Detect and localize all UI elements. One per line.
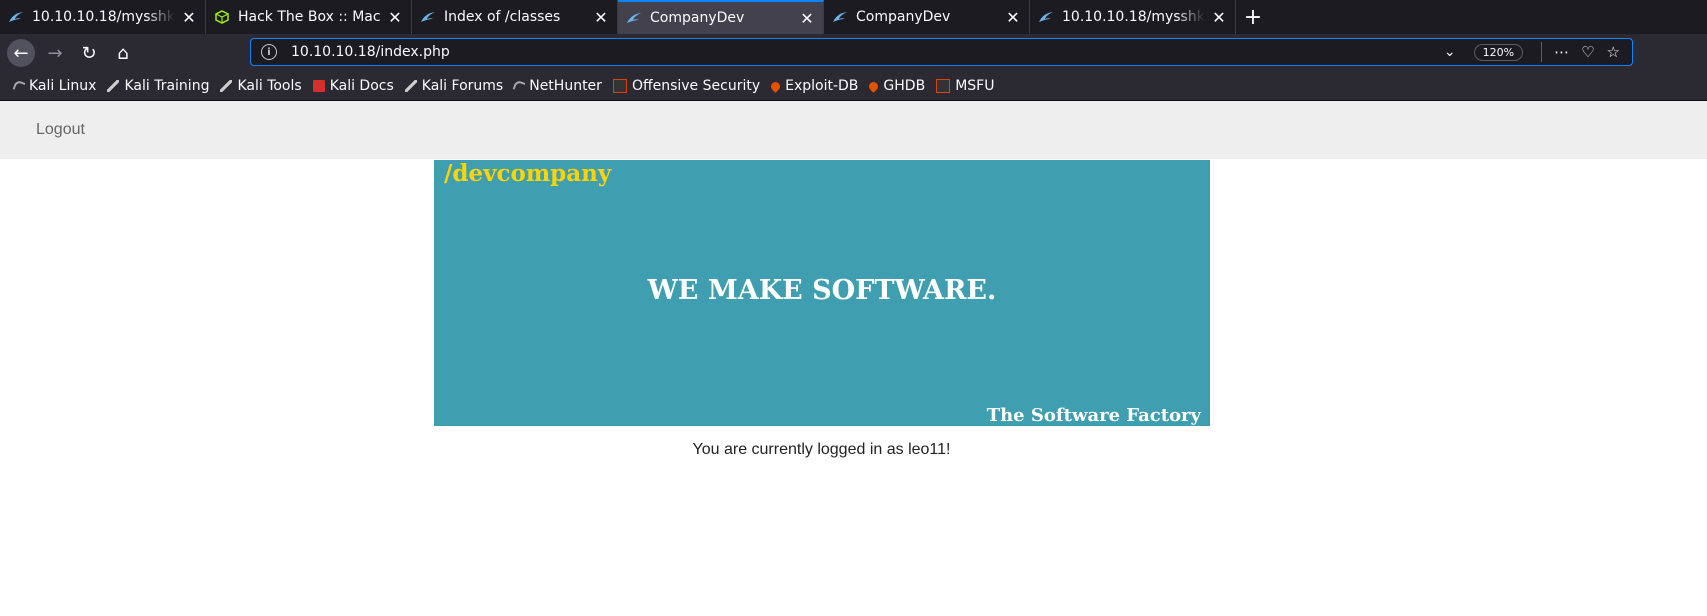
bookmark-item[interactable]: Offensive Security — [612, 78, 761, 94]
bookmark-os-icon — [936, 79, 951, 93]
logout-link[interactable]: Logout — [36, 121, 85, 139]
tab-title: Hack The Box :: Machines — [238, 9, 381, 25]
tab-close-icon[interactable]: ✕ — [387, 8, 403, 27]
bookmark-item[interactable]: GHDB — [867, 78, 926, 94]
home-button[interactable]: ⌂ — [109, 39, 137, 67]
bookmark-label: NetHunter — [529, 78, 602, 94]
site-navbar: Logout — [0, 101, 1707, 159]
kali-dragon-icon — [832, 9, 848, 25]
bookmark-item[interactable]: Kali Docs — [312, 78, 394, 94]
bookmark-tool-icon — [404, 80, 417, 92]
tab-close-icon[interactable]: ✕ — [593, 8, 609, 27]
tab-title: CompanyDev — [856, 9, 951, 25]
zoom-level-badge[interactable]: 120% — [1473, 43, 1524, 61]
banner-tagline: The Software Factory — [986, 405, 1201, 426]
kali-dragon-icon — [626, 10, 642, 26]
url-bar[interactable]: i 10.10.10.18/index.php ⌄ 120% ⋯ ♡ ☆ — [250, 38, 1633, 66]
url-dropdown-icon[interactable]: ⌄ — [1444, 44, 1456, 60]
bookmark-tool-icon — [107, 80, 120, 92]
url-separator — [1541, 42, 1543, 62]
tab-close-icon[interactable]: ✕ — [181, 8, 197, 27]
bookmark-edb-icon — [867, 79, 881, 93]
bookmark-item[interactable]: MSFU — [936, 78, 994, 94]
banner-headline: WE MAKE SOFTWARE. — [647, 275, 997, 306]
tab-title: 10.10.10.18/mysshkeywi — [32, 9, 175, 25]
bookmark-label: MSFU — [955, 78, 995, 94]
bookmark-docs-icon — [312, 80, 325, 92]
kali-dragon-icon — [1038, 9, 1054, 25]
browser-tab[interactable]: Hack The Box :: Machines ✕ — [206, 0, 412, 34]
bookmark-tool-icon — [220, 80, 233, 92]
bookmark-item[interactable]: Kali Tools — [220, 78, 302, 94]
browser-tab[interactable]: Index of /classes ✕ — [412, 0, 618, 34]
pocket-icon[interactable]: ♡ — [1581, 43, 1594, 61]
tab-strip: 10.10.10.18/mysshkeywi✕Hack The Box :: M… — [0, 0, 1707, 34]
bookmark-item[interactable]: NetHunter — [512, 78, 602, 94]
bookmark-edb-icon — [769, 79, 782, 93]
url-text[interactable]: 10.10.10.18/index.php — [291, 44, 1444, 60]
browser-tab[interactable]: 10.10.10.18/mysshkeywi ✕ — [1030, 0, 1236, 34]
bookmark-kali-icon — [512, 79, 526, 93]
bookmark-label: Kali Forums — [421, 78, 504, 94]
bookmark-label: Kali Tools — [237, 78, 302, 94]
bookmark-label: Offensive Security — [631, 78, 761, 94]
bookmark-label: Kali Linux — [29, 78, 97, 94]
bookmark-item[interactable]: Kali Forums — [404, 78, 504, 94]
tab-title: 10.10.10.18/mysshkeywi — [1062, 9, 1205, 25]
reload-button[interactable]: ↻ — [75, 39, 103, 67]
web-page: Logout /devcompany WE MAKE SOFTWARE. The… — [0, 101, 1707, 616]
bookmark-os-icon — [612, 79, 627, 93]
tab-close-icon[interactable]: ✕ — [799, 9, 815, 28]
browser-tab[interactable]: 10.10.10.18/mysshkeywi ✕ — [0, 0, 206, 34]
bookmark-item[interactable]: Kali Linux — [12, 78, 97, 94]
bookmark-label: GHDB — [883, 78, 926, 94]
tab-title: CompanyDev — [650, 10, 745, 26]
login-status-message: You are currently logged in as leo11! — [692, 441, 951, 458]
tab-title: Index of /classes — [444, 9, 561, 25]
banner-brand: /devcompany — [444, 160, 612, 187]
bookmark-kali-icon — [12, 79, 26, 93]
browser-chrome: 10.10.10.18/mysshkeywi✕Hack The Box :: M… — [0, 0, 1707, 101]
company-banner: /devcompany WE MAKE SOFTWARE. The Softwa… — [434, 160, 1210, 426]
page-actions-icon[interactable]: ⋯ — [1554, 43, 1569, 61]
kali-dragon-icon — [8, 9, 24, 25]
bookmark-label: Kali Docs — [329, 78, 394, 94]
browser-tab[interactable]: CompanyDev ✕ — [618, 0, 824, 34]
bookmark-star-icon[interactable]: ☆ — [1607, 43, 1620, 61]
browser-tab[interactable]: CompanyDev ✕ — [824, 0, 1030, 34]
kali-dragon-icon — [420, 9, 436, 25]
tab-close-icon[interactable]: ✕ — [1005, 8, 1021, 27]
bookmark-item[interactable]: Exploit-DB — [769, 78, 859, 94]
back-button[interactable]: ← — [7, 39, 35, 67]
tab-close-icon[interactable]: ✕ — [1211, 8, 1227, 27]
bookmark-item[interactable]: Kali Training — [107, 78, 209, 94]
site-info-icon[interactable]: i — [261, 44, 277, 60]
bookmark-label: Exploit-DB — [785, 78, 859, 94]
bookmarks-toolbar: Kali Linux Kali Training Kali Tools Kali Do… — [0, 72, 1707, 101]
new-tab-button[interactable]: + — [1236, 0, 1270, 34]
bookmark-label: Kali Training — [124, 78, 210, 94]
forward-button[interactable]: → — [41, 39, 69, 67]
htb-cube-icon — [214, 9, 230, 25]
